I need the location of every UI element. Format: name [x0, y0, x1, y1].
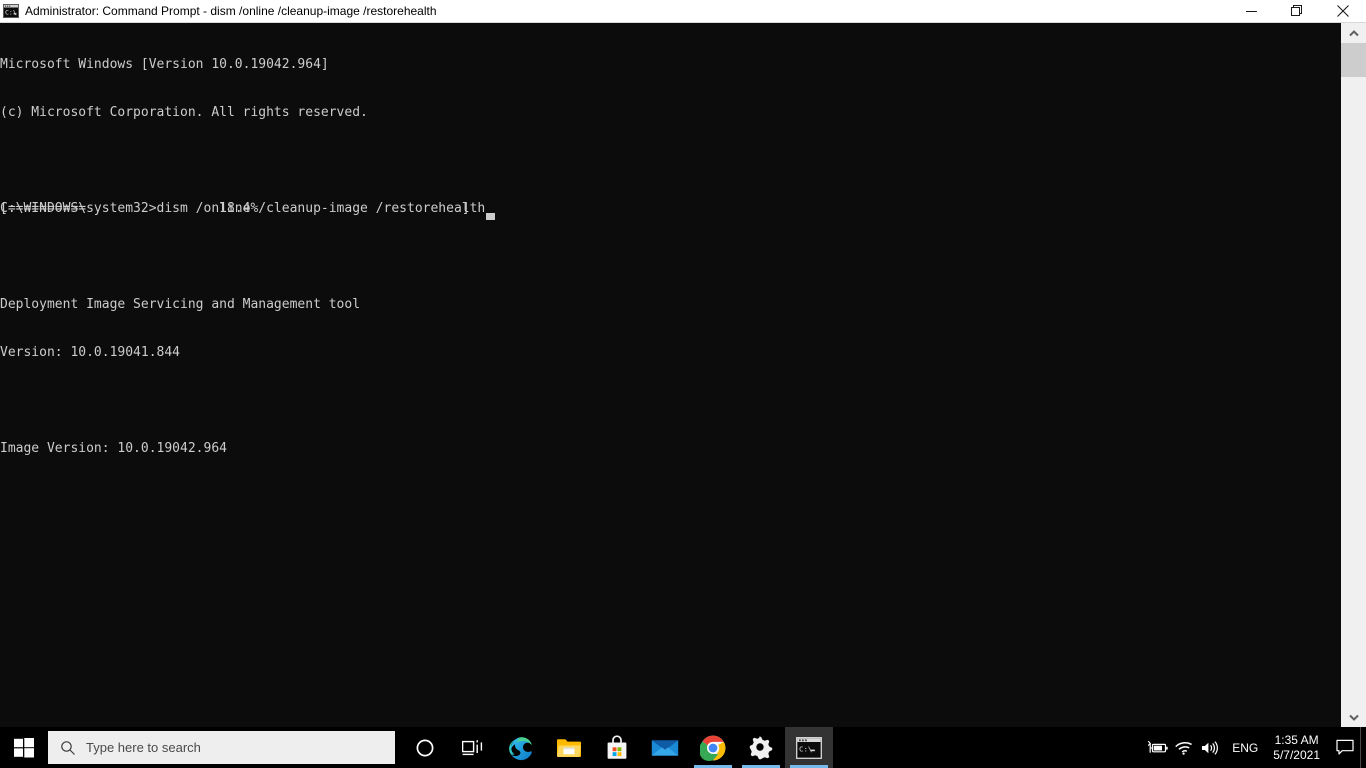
taskbar-item-command-prompt[interactable]: C:\ — [785, 727, 833, 768]
close-button[interactable] — [1320, 0, 1366, 23]
terminal-line: Microsoft Windows [Version 10.0.19042.96… — [0, 57, 329, 72]
progress-gap-right — [258, 201, 462, 216]
clock-date: 5/7/2021 — [1273, 747, 1320, 762]
clock-time: 1:35 AM — [1274, 732, 1319, 747]
search-icon — [60, 740, 76, 756]
progress-percent-label: 18.4% — [219, 201, 259, 216]
terminal-cursor — [486, 213, 495, 220]
terminal-area: Microsoft Windows [Version 10.0.19042.96… — [0, 23, 1366, 727]
window-title-bar[interactable]: C:\ Administrator: Command Prompt - dism… — [0, 0, 1366, 23]
taskbar: Type here to search C:\ ENG 1:35 AM 5/7/… — [0, 727, 1366, 768]
taskbar-item-mail[interactable] — [641, 727, 689, 768]
wifi-icon[interactable] — [1171, 727, 1197, 768]
window-title: Administrator: Command Prompt - dism /on… — [25, 3, 437, 18]
minimize-button[interactable] — [1228, 0, 1274, 23]
taskbar-item-microsoft-edge[interactable] — [497, 727, 545, 768]
restore-button[interactable] — [1274, 0, 1320, 23]
scrollbar-track[interactable] — [1341, 43, 1366, 707]
command-prompt-window: C:\ Administrator: Command Prompt - dism… — [0, 0, 1366, 727]
start-button[interactable] — [0, 727, 48, 768]
cortana-circle-icon — [416, 739, 434, 756]
scroll-thumb[interactable] — [1341, 43, 1366, 77]
terminal-line: Version: 10.0.19041.844 — [0, 345, 181, 360]
show-desktop-button[interactable] — [1360, 727, 1366, 768]
cmd-prompt-icon[interactable]: C:\ — [3, 3, 19, 19]
battery-charging-icon[interactable] — [1145, 727, 1171, 768]
scroll-down-arrow[interactable] — [1341, 707, 1366, 727]
language-indicator[interactable]: ENG — [1223, 741, 1267, 755]
taskbar-item-google-chrome[interactable] — [689, 727, 737, 768]
taskbar-item-task-view[interactable] — [449, 727, 497, 768]
taskbar-item-microsoft-store[interactable] — [593, 727, 641, 768]
terminal-scrollbar[interactable] — [1340, 23, 1366, 727]
taskbar-item-file-explorer[interactable] — [545, 727, 593, 768]
volume-icon[interactable] — [1197, 727, 1223, 768]
windows-logo-icon — [14, 737, 34, 757]
progress-filled: ========== — [7, 201, 87, 216]
cmd-prompt-taskbar-icon: C:\ — [796, 736, 822, 759]
scroll-up-arrow[interactable] — [1341, 23, 1366, 43]
taskbar-item-cortana[interactable] — [401, 727, 449, 768]
search-input[interactable]: Type here to search — [48, 731, 395, 764]
progress-close-bracket: ] — [461, 201, 470, 216]
task-view-icon — [462, 739, 483, 755]
dism-progress-bar: [========== 18.4% ] — [0, 201, 470, 217]
taskbar-item-settings[interactable] — [737, 727, 785, 768]
system-tray: ENG 1:35 AM 5/7/2021 — [1145, 727, 1366, 768]
action-center-icon[interactable] — [1330, 727, 1360, 768]
microsoft-store-icon — [607, 734, 627, 759]
file-explorer-icon — [557, 738, 581, 757]
terminal-output: Microsoft Windows [Version 10.0.19042.96… — [0, 25, 485, 537]
progress-open-bracket: [ — [0, 201, 8, 216]
svg-text:C:\: C:\ — [799, 744, 812, 753]
progress-gap-left — [86, 201, 219, 216]
microsoft-edge-icon — [509, 736, 532, 760]
terminal-line: Image Version: 10.0.19042.964 — [0, 441, 227, 456]
mail-envelope-icon — [651, 739, 679, 756]
clock[interactable]: 1:35 AM 5/7/2021 — [1267, 733, 1330, 763]
google-chrome-icon — [700, 735, 726, 761]
gear-icon — [749, 736, 773, 759]
search-placeholder: Type here to search — [86, 740, 201, 755]
desktop: C:\ Administrator: Command Prompt - dism… — [0, 0, 1366, 768]
terminal-screen[interactable]: Microsoft Windows [Version 10.0.19042.96… — [0, 23, 1340, 727]
terminal-line: Deployment Image Servicing and Managemen… — [0, 297, 361, 312]
svg-text:C:\: C:\ — [5, 9, 17, 17]
terminal-line: (c) Microsoft Corporation. All rights re… — [0, 105, 368, 120]
